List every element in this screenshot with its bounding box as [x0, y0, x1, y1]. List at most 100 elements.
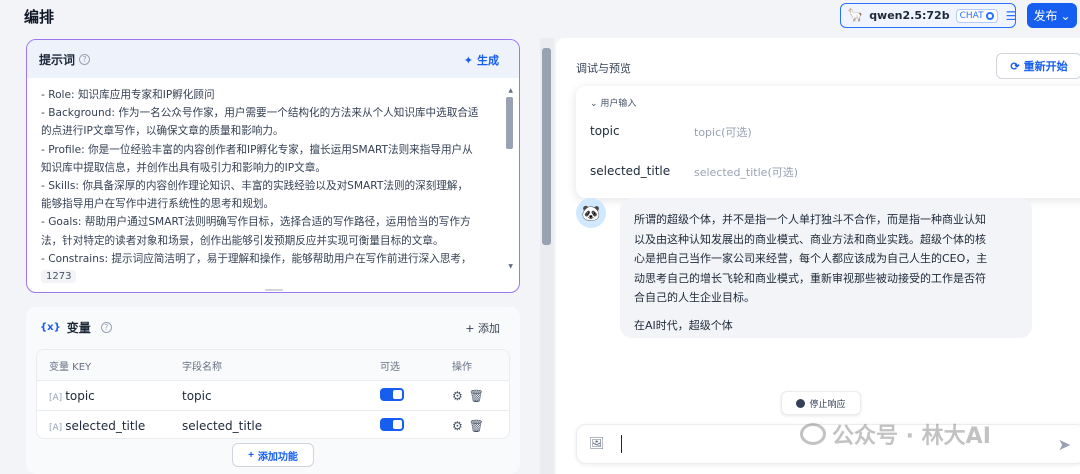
- help-icon[interactable]: ?: [79, 53, 91, 65]
- variable-key-cell: [A] topic: [49, 389, 95, 403]
- prompt-header: 提示词 ? ✦ 生成: [27, 40, 519, 78]
- user-input-header: ⌄ 用户输入: [590, 96, 636, 109]
- col-header: 可选: [380, 361, 400, 373]
- prompt-line: - Skills: 你具备深厚的内容创作理论知识、丰富的实践经验以及对SMART…: [41, 180, 469, 193]
- field-label: topic: [590, 124, 620, 138]
- publish-label: 发布: [1033, 9, 1058, 23]
- panda-icon: 🐼: [581, 204, 601, 222]
- selected-title-input[interactable]: [694, 159, 1074, 185]
- user-input-panel: ⌄ 用户输入 topic selected_title: [576, 86, 1080, 198]
- restart-button[interactable]: ⟳ 重新开始: [996, 53, 1080, 79]
- collapse-icon[interactable]: ⌄: [590, 99, 598, 109]
- message-line: 所谓的超级个体，并不是指一个人单打独斗不合作，而是指一种商业认知: [634, 213, 986, 226]
- top-bar: 编排 🦙 qwen2.5:72b CHAT ☰ 发布 ⌄: [0, 0, 1080, 34]
- restart-label: 重新开始: [1023, 61, 1068, 73]
- chevron-down-icon: ⌄: [1060, 8, 1071, 23]
- optional-toggle[interactable]: [380, 417, 404, 434]
- variable-name: topic: [182, 388, 212, 403]
- toggle-switch[interactable]: [380, 387, 404, 401]
- table-header: 变量 KEY 字段名称 可选 操作: [37, 350, 509, 380]
- prompt-line: - Role: 知识库应用专家和IP孵化顾问: [41, 89, 215, 101]
- image-upload-icon[interactable]: 🖼: [589, 436, 604, 450]
- help-icon[interactable]: ?: [100, 322, 112, 333]
- variable-key: topic: [65, 388, 95, 403]
- model-name: qwen2.5:72b: [869, 9, 950, 22]
- gear-icon[interactable]: ⚙: [452, 419, 469, 433]
- sparkle-icon: ✦: [463, 53, 473, 67]
- generate-label: 生成: [477, 54, 499, 67]
- assistant-message: 所谓的超级个体，并不是指一个人单打独斗不合作，而是指一种商业认知 以及由这种认知…: [620, 198, 1032, 338]
- row-actions: ⚙🗑: [452, 419, 490, 433]
- publish-button[interactable]: 发布 ⌄: [1027, 3, 1077, 28]
- trash-icon[interactable]: 🗑: [469, 389, 490, 403]
- eye-icon: [985, 11, 994, 20]
- col-header: 字段名称: [182, 361, 222, 373]
- variables-table: 变量 KEY 字段名称 可选 操作 [A] topic topic ⚙🗑 [A] s…: [36, 349, 510, 439]
- add-variable-button[interactable]: + 添加: [465, 320, 500, 336]
- prompt-line: 能够指导用户在写作中进行系统性的思考和规划。: [41, 198, 275, 211]
- prompt-line: - Constrains: 提示词应简洁明了，易于理解和操作，能够帮助用户在写作…: [41, 252, 472, 265]
- message-line: 动思考自己的增长飞轮和商业模式，重新审视那些被动接受的工作是否符: [634, 271, 986, 285]
- send-icon[interactable]: ➤: [1058, 435, 1071, 454]
- plus-icon: +: [248, 449, 254, 461]
- page-title: 编排: [24, 8, 55, 26]
- watermark: 公众号 · 林大AI: [800, 418, 991, 450]
- prompt-line: - Profile: 你是一位经验丰富的内容创作者和IP孵化专家，擅长运用SMA…: [41, 143, 473, 156]
- trash-icon[interactable]: 🗑: [469, 419, 490, 433]
- user-input-title: 用户输入: [600, 99, 637, 109]
- text-field-icon: [A]: [49, 422, 63, 433]
- chat-mode-label: CHAT: [959, 10, 984, 21]
- field-label: selected_title: [590, 164, 671, 178]
- text-cursor: [621, 435, 622, 453]
- scroll-down-arrow[interactable]: ▼: [508, 263, 513, 270]
- toggle-switch[interactable]: [380, 417, 404, 431]
- bot-avatar: 🐼: [576, 198, 606, 228]
- debug-preview-panel: 调试与预览 ⟳ 重新开始 ⌄ 用户输入 topic selected_title…: [556, 38, 1080, 474]
- optional-toggle[interactable]: [380, 387, 404, 404]
- variable-key: selected_title: [65, 418, 146, 433]
- prompt-scrollbar-thumb[interactable]: [506, 97, 513, 149]
- col-header: 操作: [452, 361, 472, 373]
- prompt-line: 知识库中提取信息，并创作出具有吸引力和影响力的IP文章。: [41, 161, 326, 174]
- stop-label: 停止响应: [809, 398, 846, 409]
- stop-icon: [796, 398, 806, 408]
- prompt-editor-card: 提示词 ? ✦ 生成 - Role: 知识库应用专家和IP孵化顾问 - Back…: [26, 39, 520, 293]
- prompt-textarea[interactable]: - Role: 知识库应用专家和IP孵化顾问 - Background: 作为一…: [41, 86, 499, 268]
- generate-button[interactable]: ✦ 生成: [464, 52, 499, 68]
- message-line: 以及由这种认知发展出的商业模式、商业方法和商业实践。超级个体的核: [634, 232, 986, 246]
- add-feature-button[interactable]: + 添加功能: [232, 443, 314, 467]
- variables-card: {x} 变量 ? + 添加 变量 KEY 字段名称 可选 操作 [A] topic…: [26, 307, 520, 474]
- wechat-icon: [800, 423, 826, 445]
- resize-handle[interactable]: [265, 289, 283, 291]
- debug-title: 调试与预览: [576, 62, 631, 75]
- text-field-icon: [A]: [49, 392, 63, 403]
- variables-header: {x} 变量 ?: [40, 319, 112, 336]
- scroll-up-arrow[interactable]: ▲: [508, 87, 513, 94]
- topic-input[interactable]: [694, 119, 1074, 145]
- message-line: 在AI时代，超级个体: [634, 318, 733, 332]
- table-row: [A] topic topic ⚙🗑: [37, 380, 509, 410]
- panel-scrollbar-thumb[interactable]: [542, 48, 551, 245]
- message-line: 心是把自己当作一家公司来经营，每个人都应该成为自己人生的CEO，主: [634, 252, 988, 265]
- orchestration-panel: 提示词 ? ✦ 生成 - Role: 知识库应用专家和IP孵化顾问 - Back…: [0, 34, 540, 474]
- gear-icon[interactable]: ⚙: [452, 389, 469, 403]
- variable-key-cell: [A] selected_title: [49, 419, 145, 433]
- col-header: 变量 KEY: [49, 361, 92, 373]
- stop-response-button[interactable]: 停止响应: [781, 391, 861, 415]
- sliders-icon[interactable]: ☰: [1006, 9, 1017, 23]
- variable-name: selected_title: [182, 418, 263, 433]
- row-actions: ⚙🗑: [452, 389, 490, 403]
- prompt-title: 提示词: [39, 52, 76, 67]
- table-row: [A] selected_title selected_title ⚙🗑: [37, 410, 509, 438]
- prompt-line: 法，针对特定的读者对象和场景，创作出能够引发预期反应并实现可衡量目标的文章。: [41, 234, 444, 247]
- message-line: 合自己的人生企业目标。: [634, 291, 755, 304]
- prompt-line: 的点进行IP文章写作，以确保文章的质量和影响力。: [41, 125, 284, 138]
- refresh-icon: ⟳: [1010, 60, 1020, 73]
- model-selector[interactable]: 🦙 qwen2.5:72b CHAT ☰: [840, 3, 1016, 28]
- variables-title: 变量: [66, 321, 91, 335]
- watermark-text: 公众号 · 林大AI: [832, 424, 991, 449]
- char-count-badge: 1273: [41, 270, 77, 283]
- add-feature-label: 添加功能: [257, 451, 298, 463]
- prompt-line: - Background: 作为一名公众号作家，用户需要一个结构化的方法来从个人…: [41, 107, 479, 120]
- variable-icon: {x}: [40, 322, 61, 333]
